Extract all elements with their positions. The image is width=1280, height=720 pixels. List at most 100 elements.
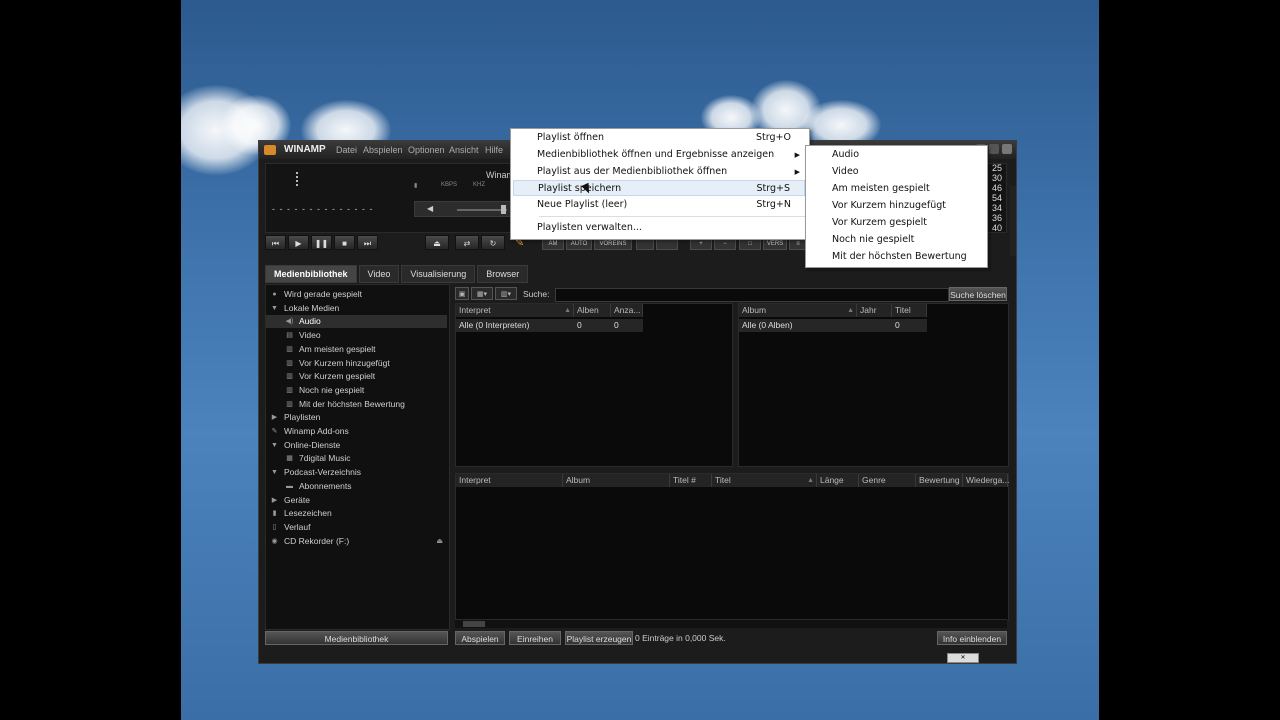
column-label: Interpret bbox=[459, 305, 491, 315]
menu-item-label: Playlisten verwalten... bbox=[537, 222, 642, 233]
tab-visualisierung[interactable]: Visualisierung bbox=[401, 265, 476, 283]
submenu-item-never-played[interactable]: Noch nie gespielt bbox=[808, 232, 984, 248]
sort-arrow-icon: ▲ bbox=[807, 477, 814, 484]
tab-medienbibliothek[interactable]: Medienbibliothek bbox=[265, 265, 357, 283]
stop-icon[interactable]: ■ bbox=[334, 235, 355, 250]
menu-item-open-from-library[interactable]: Playlist aus der Medienbibliothek öffnen… bbox=[513, 164, 805, 180]
tree-item[interactable]: ◀) Audio bbox=[266, 315, 447, 329]
submenu-item-top-rated[interactable]: Mit der höchsten Bewertung bbox=[808, 249, 984, 265]
scroll-thumb[interactable] bbox=[463, 621, 485, 627]
submenu-item-most-played[interactable]: Am meisten gespielt bbox=[808, 181, 984, 197]
tracks-panel: Interpret Album Titel # Titel ▲ Länge Gen… bbox=[455, 473, 1009, 621]
search-input[interactable] bbox=[555, 288, 949, 302]
tree-item[interactable]: ▥ Noch nie gespielt bbox=[266, 384, 447, 397]
sort-arrow-icon: ▲ bbox=[564, 307, 571, 314]
eject-icon[interactable]: ⏏ bbox=[436, 535, 443, 548]
eq-scrollbar[interactable] bbox=[1010, 186, 1016, 256]
menu-hilfe[interactable]: Hilfe bbox=[485, 145, 503, 155]
repeat-icon[interactable]: ↻ bbox=[481, 235, 505, 250]
library-button[interactable]: Medienbibliothek bbox=[265, 631, 448, 645]
tree-item[interactable]: ▥ Vor Kurzem gespielt bbox=[266, 370, 447, 383]
menu-datei[interactable]: Datei bbox=[336, 145, 357, 155]
tree-item[interactable]: ▶ Geräte bbox=[266, 494, 447, 507]
column-laenge[interactable]: Länge bbox=[817, 474, 859, 487]
maximize-icon[interactable] bbox=[989, 144, 999, 154]
horizontal-scrollbar[interactable] bbox=[455, 619, 1007, 628]
next-icon[interactable]: ⏭ bbox=[357, 235, 378, 250]
tree-item[interactable]: ▶ Playlisten bbox=[266, 411, 447, 424]
submenu-item-recently-played[interactable]: Vor Kurzem gespielt bbox=[808, 215, 984, 231]
layout-icon[interactable]: ▦▾ bbox=[471, 287, 493, 300]
column-titel[interactable]: Titel ▲ bbox=[712, 474, 817, 487]
tree-item-label: Mit der höchsten Bewertung bbox=[299, 398, 405, 409]
menu-item-open-playlist[interactable]: Playlist öffnen Strg+O bbox=[513, 130, 805, 146]
volume-slider[interactable] bbox=[457, 209, 507, 211]
folder-icon: ▬ bbox=[286, 482, 293, 490]
column-track-number[interactable]: Titel # bbox=[670, 474, 712, 487]
eq-numbers: 25 30 46 54 34 36 40 bbox=[992, 163, 1002, 233]
tree-item[interactable]: ▮ Lesezeichen bbox=[266, 507, 447, 520]
column-alben[interactable]: Alben bbox=[574, 304, 611, 317]
tab-browser[interactable]: Browser bbox=[477, 265, 529, 283]
submenu-item-video[interactable]: Video bbox=[808, 164, 984, 180]
column-album[interactable]: Album ▲ bbox=[739, 304, 857, 317]
tree-item[interactable]: ✎ Winamp Add-ons bbox=[266, 425, 447, 438]
menu-item-manage-playlists[interactable]: Playlisten verwalten... bbox=[513, 220, 805, 236]
play-button[interactable]: Abspielen bbox=[455, 631, 505, 645]
shortcut-label: Strg+S bbox=[756, 183, 790, 194]
speaker-icon[interactable]: ◀ bbox=[427, 204, 433, 213]
artist-all-cell: Alle (0 Interpreten) bbox=[459, 320, 530, 330]
tree-item-label: Lokale Medien bbox=[284, 302, 340, 313]
tree-item[interactable]: ▼ Podcast-Verzeichnis bbox=[266, 466, 447, 479]
tree-item[interactable]: ▥ Vor Kurzem hinzugefügt bbox=[266, 357, 447, 370]
tree-item[interactable]: ▯ Verlauf bbox=[266, 521, 447, 534]
eq-number: 40 bbox=[991, 223, 1002, 233]
shuffle-icon[interactable]: ⇄ bbox=[455, 235, 479, 250]
column-genre[interactable]: Genre bbox=[859, 474, 916, 487]
show-info-button[interactable]: Info einblenden bbox=[937, 631, 1007, 645]
tree-item[interactable]: ▼ Online-Dienste bbox=[266, 439, 447, 452]
tree-item[interactable]: ▥ Mit der höchsten Bewertung bbox=[266, 398, 447, 411]
menu-item-open-library-results[interactable]: Medienbibliothek öffnen und Ergebnisse a… bbox=[513, 147, 805, 163]
menu-item-save-playlist[interactable]: Playlist speichern Strg+S bbox=[513, 180, 805, 196]
tree-item[interactable]: ▦ 7digital Music bbox=[266, 452, 447, 465]
view-icon[interactable]: ▣ bbox=[455, 287, 469, 300]
column-interpret[interactable]: Interpret bbox=[456, 474, 563, 487]
column-album[interactable]: Album bbox=[563, 474, 670, 487]
tree-item[interactable]: ● Wird gerade gespielt bbox=[266, 288, 447, 301]
library-submenu: Audio Video Am meisten gespielt Vor Kurz… bbox=[805, 145, 988, 268]
column-bewertung[interactable]: Bewertung bbox=[916, 474, 963, 487]
tab-video[interactable]: Video bbox=[358, 265, 400, 283]
create-playlist-button[interactable]: Playlist erzeugen bbox=[565, 631, 633, 645]
column-interpret[interactable]: Interpret ▲ bbox=[456, 304, 574, 317]
volume-knob[interactable] bbox=[501, 205, 506, 214]
submenu-item-audio[interactable]: Audio bbox=[808, 147, 984, 163]
column-jahr[interactable]: Jahr bbox=[857, 304, 892, 317]
clear-search-button[interactable]: Suche löschen bbox=[949, 287, 1007, 301]
tree-item[interactable]: ▥ Am meisten gespielt bbox=[266, 343, 447, 356]
winamp-logo-icon[interactable] bbox=[264, 145, 276, 155]
menu-optionen[interactable]: Optionen bbox=[408, 145, 445, 155]
column-titel[interactable]: Titel bbox=[892, 304, 927, 317]
tree-item[interactable]: ◉ CD Rekorder (F:) ⏏ bbox=[266, 535, 447, 548]
smart-view-icon: ▥ bbox=[286, 373, 293, 381]
smart-view-icon: ▥ bbox=[286, 359, 293, 367]
tree-item-label: Vor Kurzem hinzugefügt bbox=[299, 357, 390, 368]
menu-ansicht[interactable]: Ansicht bbox=[449, 145, 479, 155]
tree-item[interactable]: ▤ Video bbox=[266, 329, 447, 342]
close-icon[interactable] bbox=[1002, 144, 1012, 154]
tree-item[interactable]: ▬ Abonnements bbox=[266, 480, 447, 493]
submenu-item-recently-added[interactable]: Vor Kurzem hinzugefügt bbox=[808, 198, 984, 214]
tree-item[interactable]: ▼ Lokale Medien bbox=[266, 302, 447, 315]
menu-abspielen[interactable]: Abspielen bbox=[363, 145, 403, 155]
column-anzahl[interactable]: Anza... bbox=[611, 304, 643, 317]
enqueue-button[interactable]: Einreihen bbox=[509, 631, 561, 645]
column-wiedergabe[interactable]: Wiederga... bbox=[963, 474, 1009, 487]
pause-icon[interactable]: ❚❚ bbox=[311, 235, 332, 250]
resize-handle[interactable]: ✕ bbox=[947, 653, 979, 663]
play-icon[interactable]: ▶ bbox=[288, 235, 309, 250]
menu-item-new-playlist[interactable]: Neue Playlist (leer) Strg+N bbox=[513, 197, 805, 213]
columns-icon[interactable]: ▥▾ bbox=[495, 287, 517, 300]
previous-icon[interactable]: ⏮ bbox=[265, 235, 286, 250]
eject-icon[interactable]: ⏏ bbox=[425, 235, 449, 250]
